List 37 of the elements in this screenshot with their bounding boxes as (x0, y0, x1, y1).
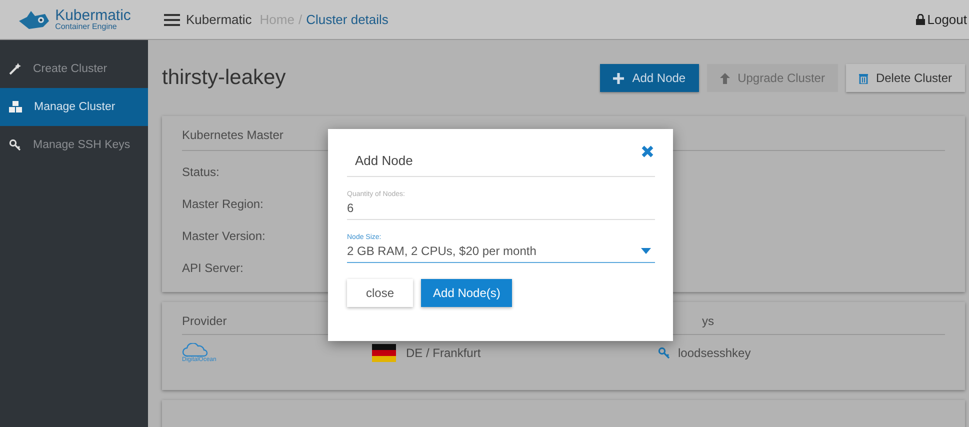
logo-icon (17, 8, 52, 30)
lock-icon (916, 14, 926, 25)
column-header: ys (702, 314, 714, 328)
dialog-button[interactable]: close (347, 279, 414, 307)
region-text: DE / Frankfurt (406, 346, 481, 360)
app-name: Kubermatic (186, 12, 252, 27)
cloud-icon (182, 343, 210, 357)
wand-icon (9, 63, 21, 75)
trash-icon (858, 72, 868, 84)
arrow-up-icon (720, 72, 730, 84)
key-icon (658, 347, 670, 359)
field-label: API Server: (182, 261, 244, 275)
breadcrumb-separator: / (298, 12, 302, 27)
action-button[interactable]: Delete Cluster (846, 64, 965, 92)
breadcrumb-link[interactable]: Cluster details (306, 12, 388, 27)
cubes-icon (9, 101, 22, 113)
ssh-key-text: loodsesshkey (678, 346, 751, 360)
key-icon (9, 139, 21, 151)
dialog-button[interactable]: Add Node(s) (421, 279, 512, 307)
sidebar-item[interactable]: Manage Cluster (0, 88, 148, 126)
close-icon[interactable] (641, 145, 654, 158)
column-header: Provider (182, 314, 228, 328)
logout-link[interactable]: Logout (927, 12, 967, 27)
dropdown-caret-icon (641, 248, 651, 254)
field-label: Master Region: (182, 197, 264, 211)
plus-icon (613, 72, 624, 84)
logo-title: Kubermatic (55, 8, 131, 23)
field-label: Master Version: (182, 229, 266, 243)
dialog-title: Add Node (347, 147, 655, 177)
menu-icon[interactable] (164, 14, 180, 26)
sidebar-item[interactable]: Manage SSH Keys (0, 126, 148, 164)
logo-subtitle: Container Engine (55, 23, 118, 31)
action-button[interactable]: Add Node (600, 64, 699, 92)
sidebar-item[interactable]: Create Cluster (0, 50, 148, 88)
cluster-name: thirsty-leakey (162, 66, 286, 90)
field-label: Status: (182, 165, 220, 179)
flag-icon (372, 344, 396, 362)
